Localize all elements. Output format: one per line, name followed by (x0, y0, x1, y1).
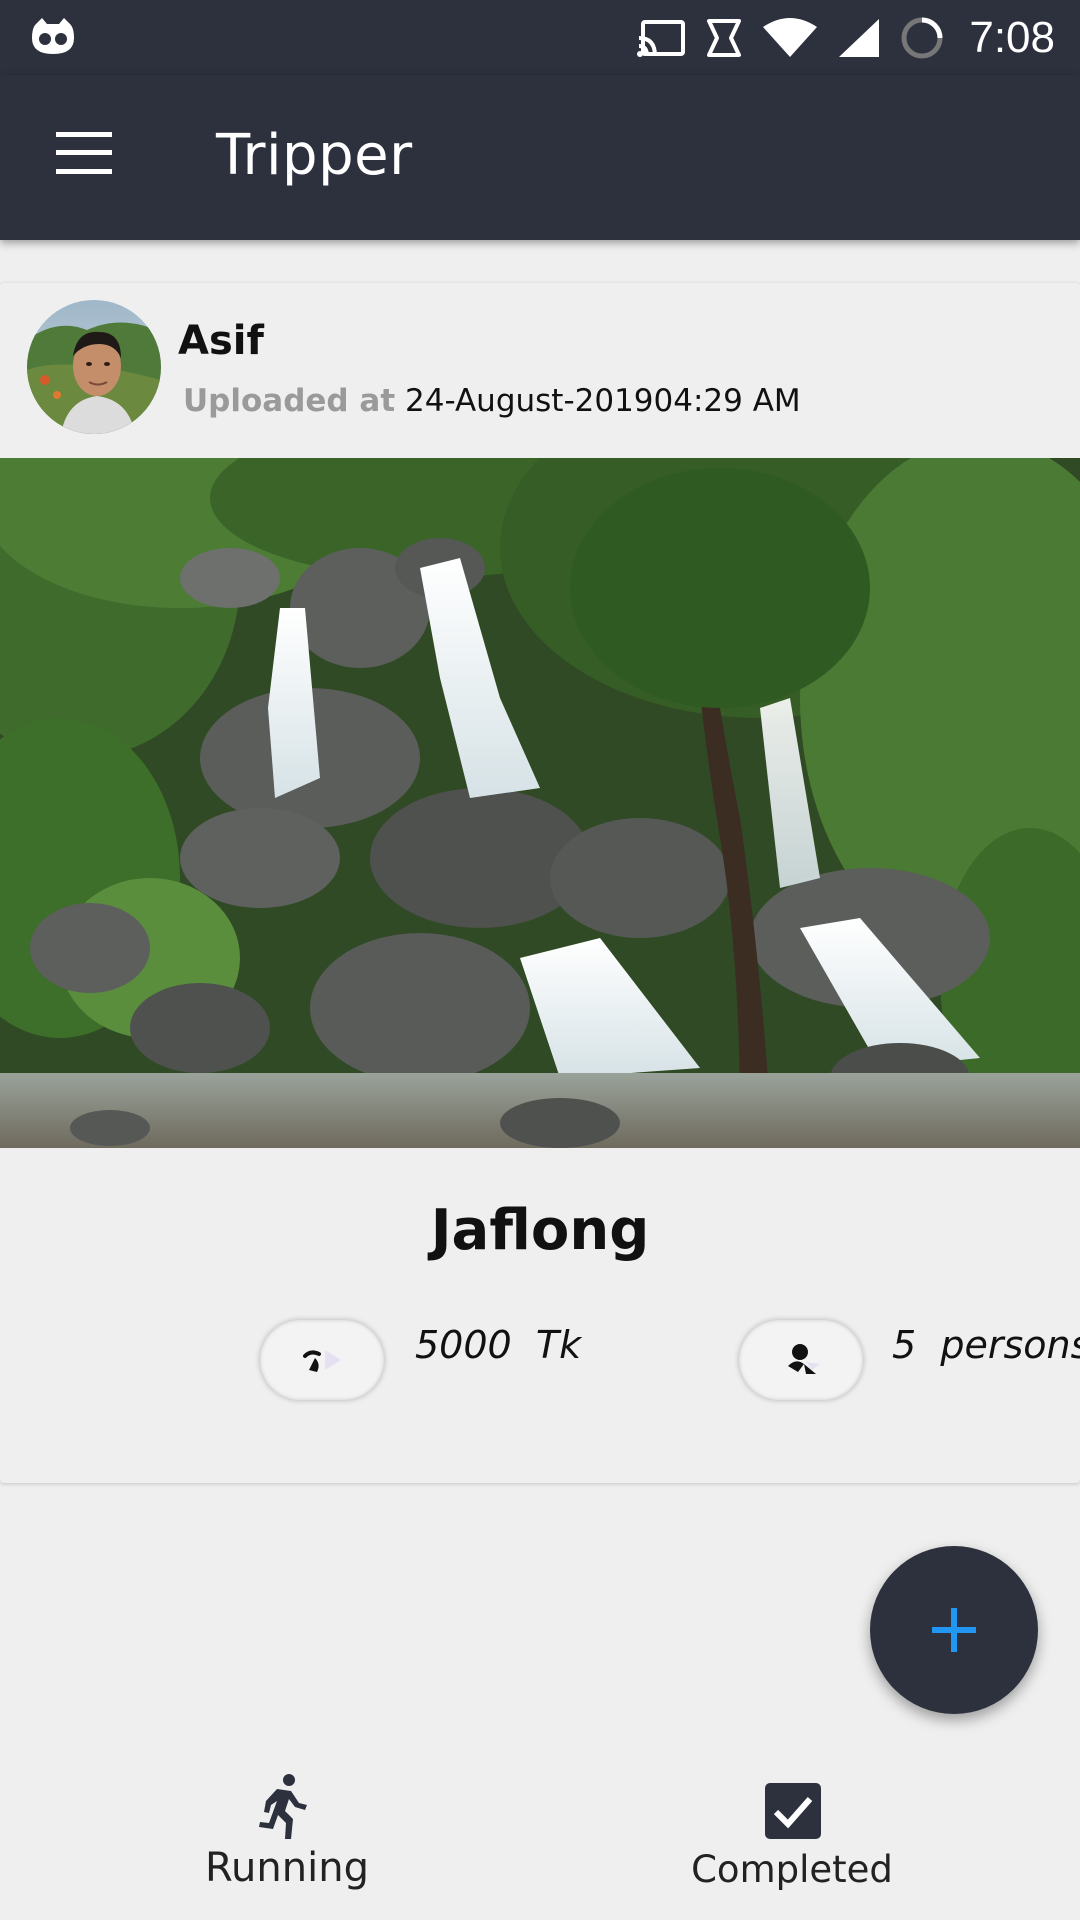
cast-icon (637, 19, 686, 57)
plus-icon (932, 1608, 976, 1652)
cost-icon (303, 1350, 341, 1372)
cost-button[interactable] (260, 1320, 384, 1400)
status-bar: 7:08 (0, 0, 1080, 75)
wifi-icon (763, 17, 818, 57)
nfc-icon (707, 18, 742, 57)
persons-icon (788, 1344, 820, 1374)
user-name: Asif (178, 318, 264, 364)
bottom-navigation: Running Completed (0, 1745, 1080, 1920)
trip-photo[interactable] (0, 458, 1080, 1148)
signal-icon (839, 18, 880, 57)
uploaded-label: Uploaded at (183, 383, 396, 419)
sync-icon (901, 17, 943, 58)
upload-info: Uploaded at 24-August-201904:29 AM (183, 383, 801, 419)
place-name: Jaflong (430, 1198, 650, 1263)
app-bar: Tripper (0, 75, 1080, 240)
cost-value: 5000 Tk (415, 1323, 582, 1367)
nav-running-label: Running (205, 1845, 369, 1891)
cyanogen-icon (32, 18, 74, 54)
nav-completed-label: Completed (691, 1848, 893, 1891)
status-icons: 7:08 (637, 0, 1055, 75)
app-title: Tripper (216, 123, 413, 188)
trip-card[interactable]: Asif Uploaded at 24-August-201904:29 AM (0, 283, 1080, 1483)
nav-completed[interactable]: Completed (642, 1745, 942, 1920)
hamburger-menu-icon[interactable] (56, 132, 112, 174)
checkbox-icon (765, 1783, 821, 1839)
status-time: 7:08 (969, 12, 1055, 62)
uploaded-date: 24-August-201904:29 AM (405, 383, 801, 419)
persons-button[interactable] (739, 1320, 863, 1400)
running-icon (259, 1774, 307, 1839)
add-trip-button[interactable] (870, 1546, 1038, 1714)
avatar[interactable] (27, 300, 161, 434)
nav-running[interactable]: Running (137, 1745, 437, 1920)
persons-value: 5 persons (892, 1323, 1080, 1367)
